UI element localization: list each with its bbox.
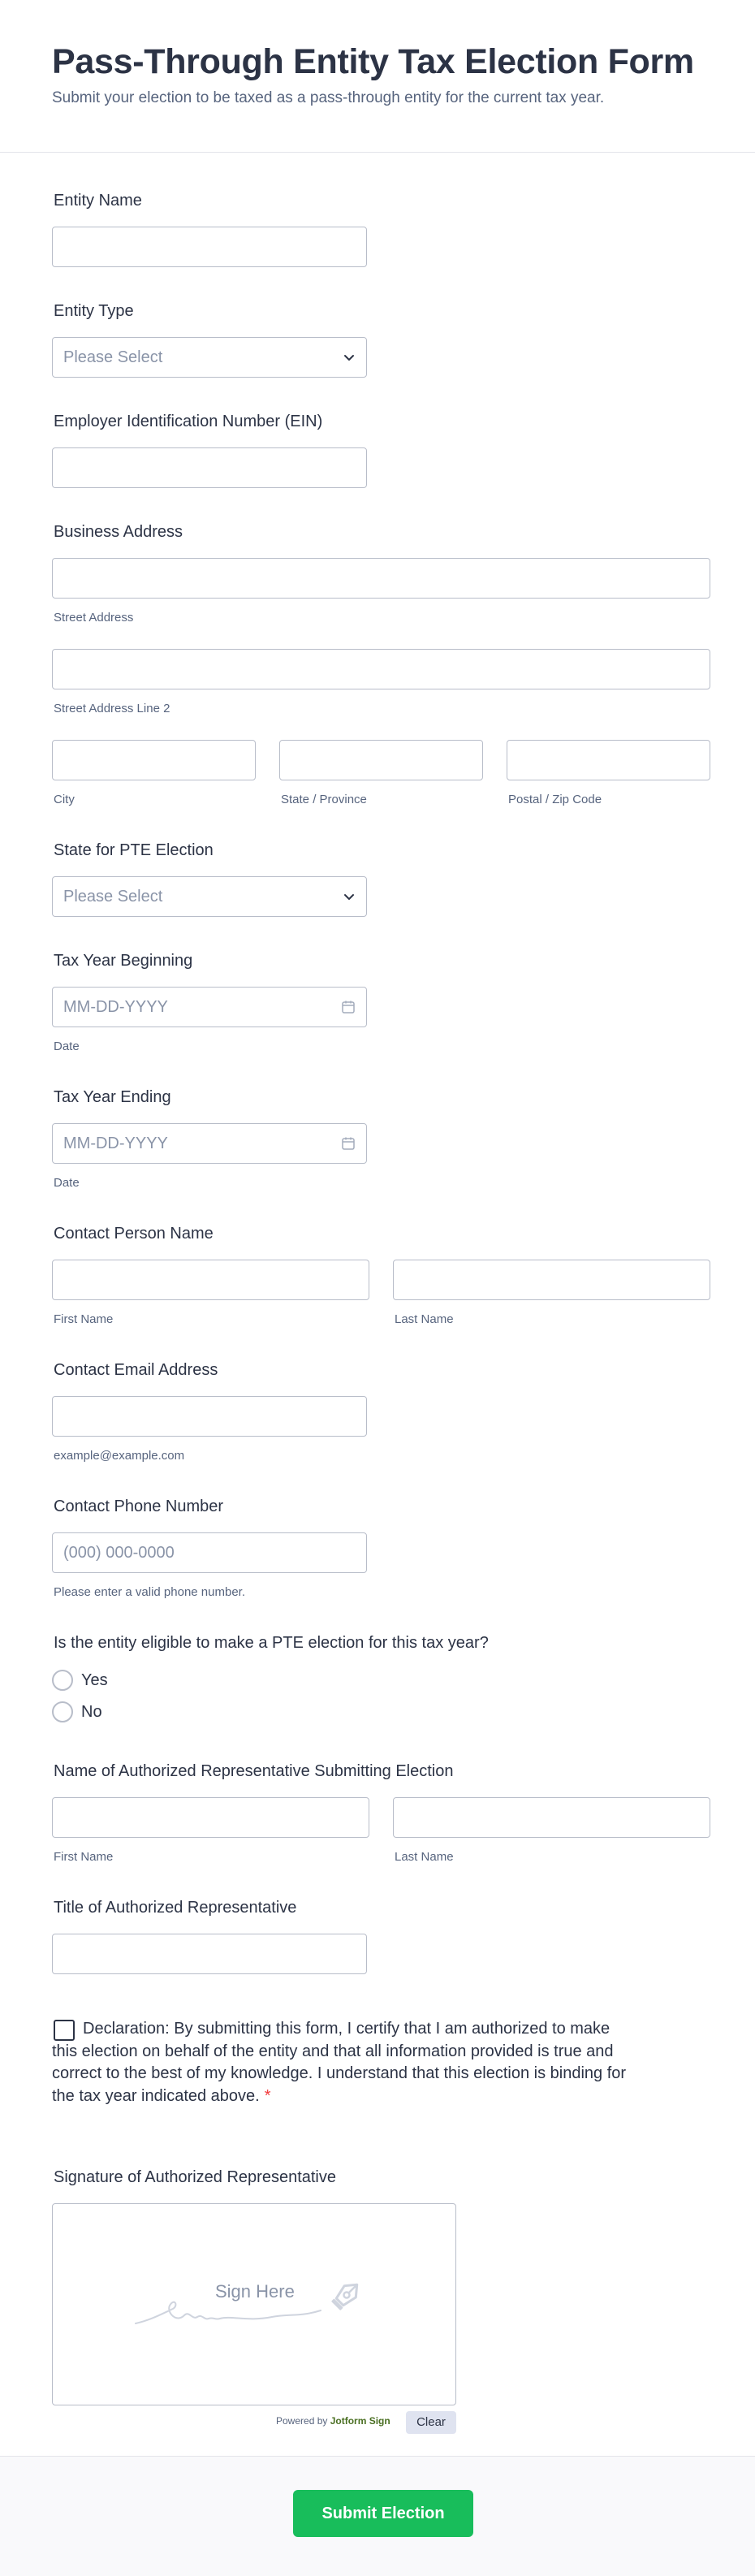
tax-year-end-sublabel: Date bbox=[54, 1176, 80, 1190]
form-subtitle: Submit your election to be taxed as a pa… bbox=[52, 89, 605, 106]
contact-first-name-input[interactable] bbox=[52, 1260, 369, 1300]
contact-email-label: Contact Email Address bbox=[54, 1361, 218, 1379]
eligible-yes-label[interactable]: Yes bbox=[81, 1671, 108, 1690]
tax-year-begin-input[interactable]: MM-DD-YYYY bbox=[52, 987, 367, 1027]
eligible-no-radio[interactable] bbox=[52, 1701, 73, 1722]
eligible-question-label: Is the entity eligible to make a PTE ele… bbox=[54, 1634, 489, 1652]
clear-signature-button[interactable]: Clear bbox=[406, 2411, 456, 2434]
form-title: Pass-Through Entity Tax Election Form bbox=[52, 42, 694, 81]
city-input[interactable] bbox=[52, 740, 256, 780]
tax-year-begin-sublabel: Date bbox=[54, 1039, 80, 1053]
city-sublabel: City bbox=[54, 793, 75, 806]
entity-type-label: Entity Type bbox=[54, 302, 134, 320]
contact-phone-placeholder: (000) 000-0000 bbox=[63, 1544, 175, 1562]
calendar-icon[interactable] bbox=[340, 999, 356, 1015]
business-address-label: Business Address bbox=[54, 523, 183, 541]
pte-state-placeholder: Please Select bbox=[63, 888, 163, 905]
chevron-down-icon bbox=[344, 894, 354, 900]
contact-last-name-input[interactable] bbox=[393, 1260, 710, 1300]
tax-year-begin-placeholder: MM-DD-YYYY bbox=[63, 998, 168, 1016]
signature-placeholder: Sign Here bbox=[215, 2281, 295, 2302]
street-address-input[interactable] bbox=[52, 558, 710, 599]
rep-last-name-sublabel: Last Name bbox=[395, 1850, 454, 1864]
pte-state-select[interactable]: Please Select bbox=[52, 876, 367, 917]
street-address-line2-input[interactable] bbox=[52, 649, 710, 689]
postal-code-input[interactable] bbox=[507, 740, 710, 780]
contact-phone-sublabel: Please enter a valid phone number. bbox=[54, 1585, 245, 1599]
contact-phone-label: Contact Phone Number bbox=[54, 1498, 224, 1515]
contact-email-input[interactable] bbox=[52, 1396, 367, 1437]
ein-input[interactable] bbox=[52, 447, 367, 488]
tax-year-begin-label: Tax Year Beginning bbox=[54, 952, 193, 970]
pen-nib-icon bbox=[331, 2283, 359, 2310]
rep-first-name-sublabel: First Name bbox=[54, 1850, 114, 1864]
tax-year-end-input[interactable]: MM-DD-YYYY bbox=[52, 1123, 367, 1164]
entity-name-label: Entity Name bbox=[54, 192, 142, 210]
contact-name-label: Contact Person Name bbox=[54, 1225, 214, 1243]
rep-first-name-input[interactable] bbox=[52, 1797, 369, 1838]
eligible-no-label[interactable]: No bbox=[81, 1703, 102, 1722]
submit-election-button[interactable]: Submit Election bbox=[293, 2490, 473, 2537]
eligible-yes-radio[interactable] bbox=[52, 1670, 73, 1691]
street-address-line2-sublabel: Street Address Line 2 bbox=[54, 702, 170, 715]
powered-by-jotform-sign: Powered by Jotform Sign bbox=[276, 2415, 390, 2427]
rep-last-name-input[interactable] bbox=[393, 1797, 710, 1838]
contact-last-name-sublabel: Last Name bbox=[395, 1312, 454, 1326]
chevron-down-icon bbox=[344, 355, 354, 361]
jotform-sign-brand: Jotform Sign bbox=[330, 2415, 390, 2427]
signature-pad[interactable]: Sign Here bbox=[52, 2203, 456, 2405]
required-asterisk: * bbox=[264, 2086, 271, 2105]
rep-name-label: Name of Authorized Representative Submit… bbox=[54, 1762, 454, 1780]
entity-type-placeholder: Please Select bbox=[63, 348, 163, 366]
rep-title-label: Title of Authorized Representative bbox=[54, 1899, 297, 1917]
signature-label: Signature of Authorized Representative bbox=[54, 2168, 336, 2186]
tax-year-end-label: Tax Year Ending bbox=[54, 1088, 171, 1106]
street-address-sublabel: Street Address bbox=[54, 611, 134, 625]
contact-first-name-sublabel: First Name bbox=[54, 1312, 114, 1326]
powered-by-prefix: Powered by bbox=[276, 2415, 328, 2427]
form-header: Pass-Through Entity Tax Election Form Su… bbox=[0, 0, 755, 153]
declaration-text-content: Declaration: By submitting this form, I … bbox=[52, 2020, 627, 2105]
tax-year-end-placeholder: MM-DD-YYYY bbox=[63, 1135, 168, 1152]
state-province-input[interactable] bbox=[279, 740, 483, 780]
pte-state-label: State for PTE Election bbox=[54, 841, 214, 859]
entity-name-input[interactable] bbox=[52, 227, 367, 267]
calendar-icon[interactable] bbox=[340, 1135, 356, 1152]
contact-email-sublabel: example@example.com bbox=[54, 1449, 185, 1463]
entity-type-select[interactable]: Please Select bbox=[52, 337, 367, 378]
ein-label: Employer Identification Number (EIN) bbox=[54, 413, 323, 430]
rep-title-input[interactable] bbox=[52, 1934, 367, 1974]
postal-code-sublabel: Postal / Zip Code bbox=[508, 793, 602, 806]
declaration-text: Declaration: By submitting this form, I … bbox=[52, 2018, 636, 2107]
contact-phone-input[interactable]: (000) 000-0000 bbox=[52, 1532, 367, 1573]
state-province-sublabel: State / Province bbox=[281, 793, 367, 806]
